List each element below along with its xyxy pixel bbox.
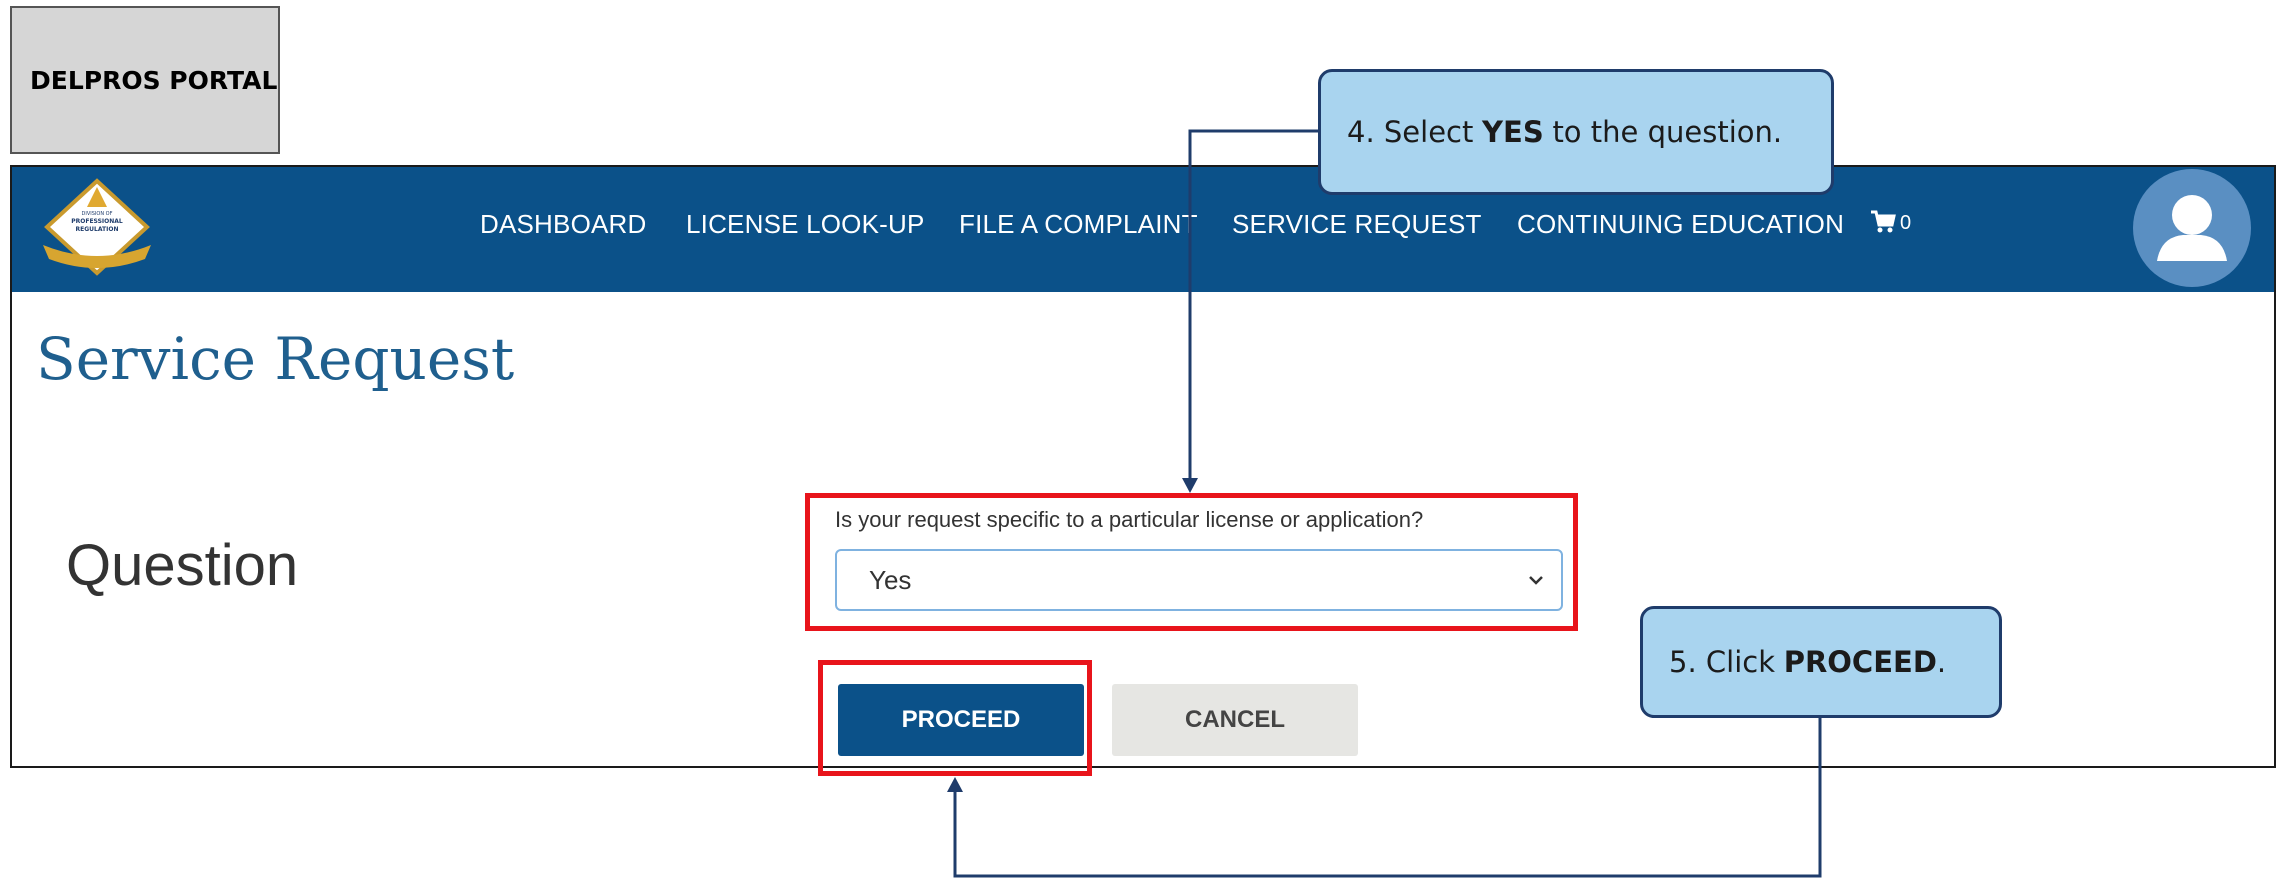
nav-service-request[interactable]: SERVICE REQUEST xyxy=(1232,209,1482,240)
callout-step-4: 4. Select YES to the question. xyxy=(1318,69,1834,195)
logo-icon[interactable]: DIVISION OF PROFESSIONAL REGULATION xyxy=(37,177,157,282)
page-title: Service Request xyxy=(36,325,515,393)
portal-tag: DELPROS PORTAL xyxy=(10,6,280,154)
nav-continuing-education[interactable]: CONTINUING EDUCATION xyxy=(1517,209,1844,240)
callout-4-bold: YES xyxy=(1482,115,1544,149)
logo-line-3: REGULATION xyxy=(76,226,119,233)
logo-line-2: PROFESSIONAL xyxy=(71,218,123,225)
logo-line-1: DIVISION OF xyxy=(82,211,113,217)
nav-license-lookup[interactable]: LICENSE LOOK-UP xyxy=(686,209,925,240)
cart-count: 0 xyxy=(1900,212,1912,234)
cancel-button[interactable]: CANCEL xyxy=(1112,684,1358,756)
nav-file-complaint[interactable]: FILE A COMPLAINT xyxy=(959,209,1198,240)
top-navbar: DIVISION OF PROFESSIONAL REGULATION DASH… xyxy=(12,167,2274,292)
callout-step-5: 5. Click PROCEED . xyxy=(1640,606,2002,718)
section-title: Question xyxy=(66,533,299,598)
step5-arrowhead xyxy=(947,777,963,792)
user-icon xyxy=(2157,195,2227,261)
user-avatar[interactable] xyxy=(2133,169,2251,287)
callout-5-pre: 5. Click xyxy=(1669,645,1775,679)
callout-5-bold: PROCEED xyxy=(1783,645,1937,679)
nav-dashboard[interactable]: DASHBOARD xyxy=(480,209,647,240)
callout-4-pre: 4. Select xyxy=(1347,115,1474,149)
proceed-highlight-box xyxy=(818,660,1092,776)
callout-4-post: to the question. xyxy=(1552,115,1783,149)
callout-5-post: . xyxy=(1936,645,1947,679)
cart-icon xyxy=(1871,210,1896,233)
cart-button[interactable]: 0 xyxy=(1870,209,1911,235)
select-highlight-box xyxy=(805,493,1578,631)
